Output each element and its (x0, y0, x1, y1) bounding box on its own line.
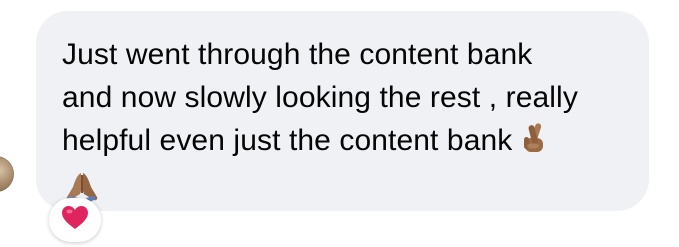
avatar[interactable] (0, 156, 14, 192)
red-heart-icon (61, 205, 89, 235)
message-text: Just went through the content bank and n… (62, 33, 625, 215)
chat-view: Just went through the content bank and n… (0, 0, 679, 247)
message-line-1: Just went through the content bank (62, 38, 533, 71)
message-line-2: and now slowly looking the rest , really (62, 81, 578, 114)
reaction-badge[interactable] (49, 198, 101, 242)
message-bubble[interactable]: Just went through the content bank and n… (36, 11, 649, 211)
message-line-3: helpful even just the content bank (62, 124, 513, 157)
crossed-fingers-icon (521, 121, 549, 167)
